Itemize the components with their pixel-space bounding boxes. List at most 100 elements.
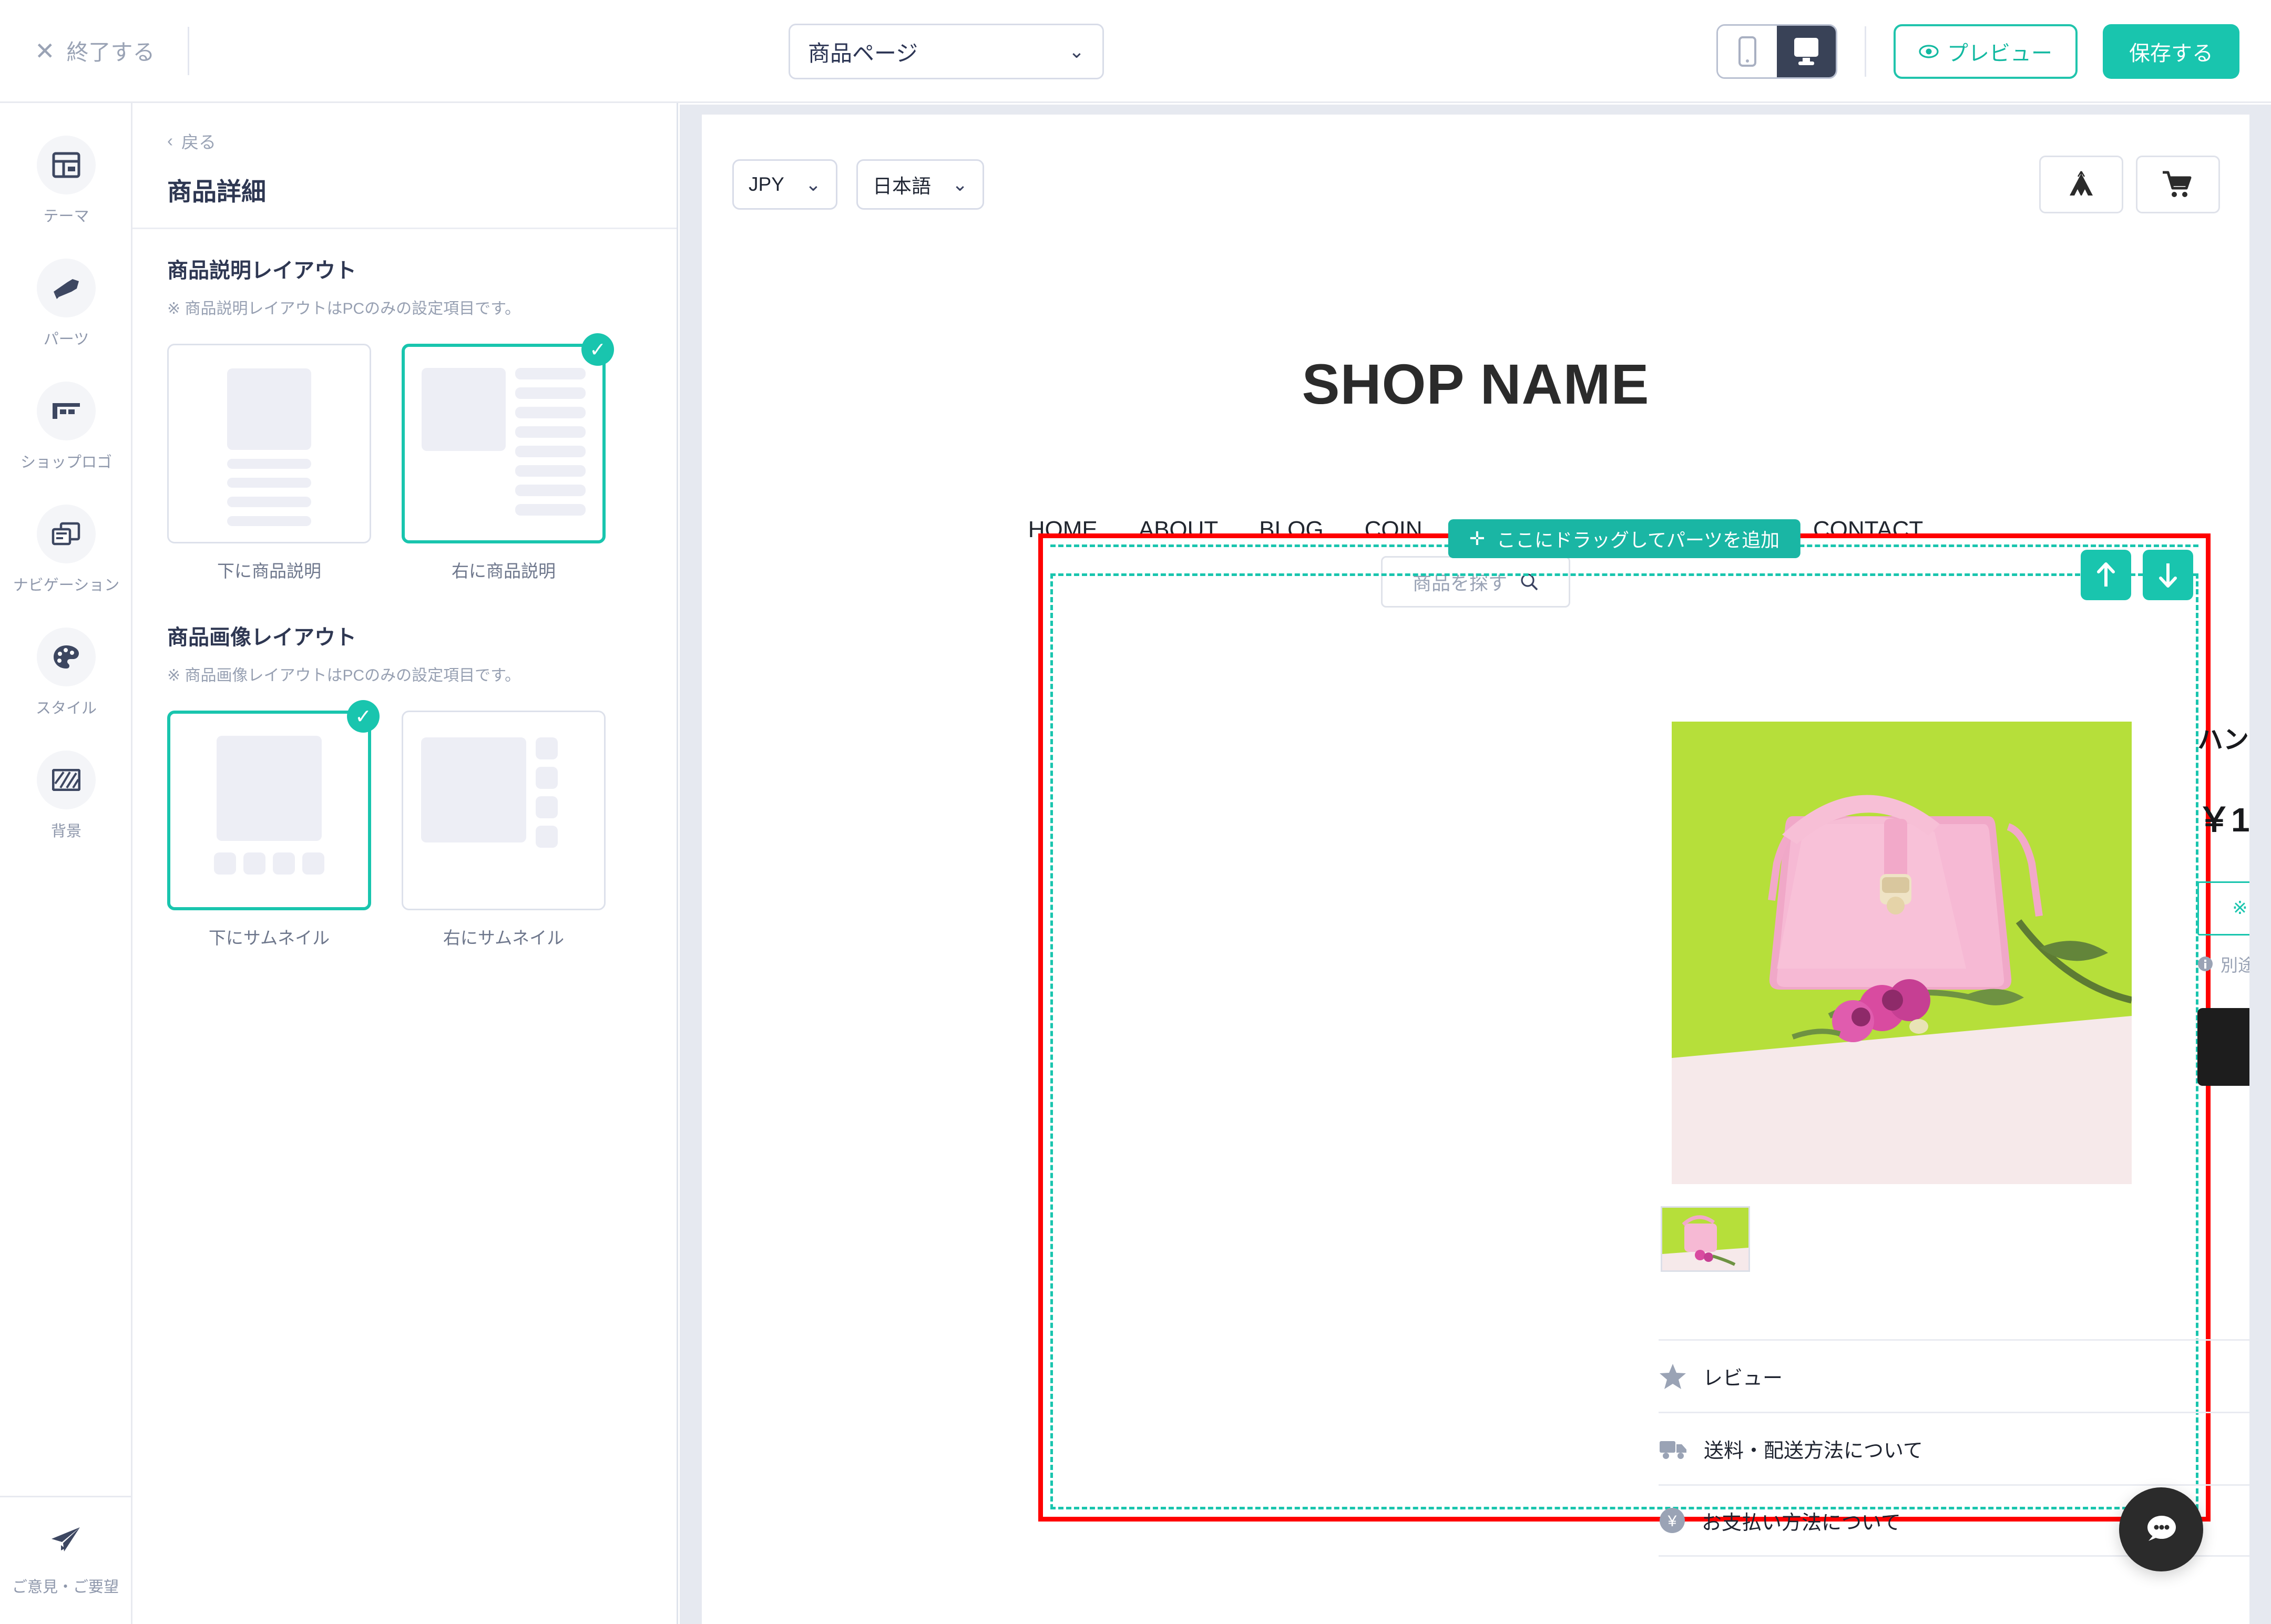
star-icon [1660,1363,1686,1389]
placeholder-line [227,458,311,469]
brush-icon [37,259,96,317]
language-select[interactable]: 日本語 ⌄ [856,159,985,210]
rail-label: ショップロゴ [20,454,112,471]
add-to-cart-button[interactable]: カートに入れる [2197,1008,2249,1086]
option-label: 右に商品説明 [452,561,556,581]
feedback-button[interactable]: ご意見・ご要望 [0,1496,131,1624]
preview-button[interactable]: プレビュー [1894,24,2078,79]
arrow-down-icon [2159,563,2177,588]
option-description-right[interactable]: ✓ 右に商品説明 [402,333,614,582]
currency-select[interactable]: JPY ⌄ [732,159,838,210]
rail-label: テーマ [43,208,89,225]
site-header-icons [2039,156,2220,213]
placeholder-thumb [536,767,558,789]
option-thumbnail-right[interactable]: 右にサムネイル [402,711,606,949]
placeholder-thumb [536,796,558,818]
placeholder-line [515,387,586,399]
option-label: 右にサムネイル [443,928,565,948]
placeholder-line [515,446,586,457]
shipping-note: 別途送料がかかります。 送料を確認する [2197,951,2249,977]
exit-label: 終了する [66,40,155,65]
move-up-button[interactable] [2081,550,2131,600]
product-price-row: ￥1,000 税込 [2197,793,2249,841]
accordion-label: 送料・配送方法について [1704,1440,1923,1462]
feedback-label: ご意見・ご要望 [12,1578,119,1596]
page-title: 商品詳細 [167,178,266,205]
accordion-row-shipping[interactable]: 送料・配送方法について › [1659,1412,2249,1484]
divider [1865,26,1866,77]
description-layout-options: 下に商品説明 ✓ 右に商品説明 [167,333,642,582]
section-title: 商品画像レイアウト [167,626,356,649]
cart-button[interactable] [2136,156,2220,213]
product-image[interactable] [1672,722,2133,1184]
back-link[interactable]: ‹ 戻る [167,128,642,153]
language-value: 日本語 [873,176,932,197]
rail-item-style[interactable]: スタイル [0,595,132,718]
placeholder-thumb [214,852,236,875]
rail-item-shop-logo[interactable]: ショップロゴ [0,349,132,472]
option-thumbnail-below[interactable]: ✓ 下にサムネイル [167,700,380,949]
top-bar-actions: プレビュー 保存する [1716,0,2239,103]
placeholder-line [515,426,586,438]
placeholder-image [217,736,322,841]
theme-icon [37,136,96,194]
exit-button[interactable]: ✕ 終了する [35,35,155,67]
rail-item-parts[interactable]: パーツ [0,226,132,349]
section-note: ※ 商品画像レイアウトはPCのみの設定項目です。 [167,667,521,684]
mobile-icon [1738,36,1756,67]
placeholder-line [515,407,586,418]
close-icon: ✕ [35,37,55,65]
chevron-down-icon: ⌄ [952,173,968,195]
info-icon [2198,956,2213,971]
placeholder-line [227,497,311,507]
product-info: ハンドバッグ ￥1,000 税込 ※この商品は最短で10月7日(水)頃にお届けし… [2197,719,2249,1136]
icon-rail: テーマ パーツ ショップロゴ ナビゲーション スタイル 背景 ご意見・ご要望 [0,103,132,1624]
selected-check-icon: ✓ [581,333,614,366]
yen-icon: ¥ [1660,1508,1685,1533]
back-label: 戻る [181,132,216,152]
eye-icon [1919,45,1939,58]
move-down-button[interactable] [2143,550,2193,600]
shipping-note-text: 別途送料がかかります。 [2221,955,2249,975]
section-title: 商品説明レイアウト [167,259,356,282]
placeholder-line [227,478,311,488]
product-title: ハンドバッグ [2197,726,2249,754]
device-toggle[interactable] [1716,24,1837,79]
page-select-value: 商品ページ [808,40,918,66]
drag-hint-label: ここにドラッグしてパーツを追加 [1496,529,1780,551]
desktop-view-button[interactable] [1777,26,1836,77]
report-link[interactable]: 通報する [2197,1111,2249,1136]
image-layout-options: ✓ 下にサムネイル 右にサムネイル [167,700,642,949]
placeholder-line [515,485,586,496]
page-select[interactable]: 商品ページ ⌄ [789,24,1104,79]
top-bar: ✕ 終了する 商品ページ ⌄ プレビュー 保存する [0,0,2271,103]
chevron-left-icon: ‹ [167,131,173,150]
accordion-row-review[interactable]: レビュー ★ ★ ★ ★ ★ (6) › [1659,1339,2249,1412]
tent-icon [2070,171,2093,196]
chat-button[interactable] [2119,1487,2203,1571]
placeholder-thumb [536,737,558,759]
rail-item-navigation[interactable]: ナビゲーション [0,472,132,595]
add-part-button[interactable]: ✛ ここにドラッグしてパーツを追加 [1448,519,1801,558]
chevron-down-icon: ⌄ [1068,40,1085,62]
product-thumbnail[interactable] [1661,1206,1750,1272]
section-note: ※ 商品説明レイアウトはPCのみの設定項目です。 [167,300,521,317]
rail-label: スタイル [35,700,97,717]
panel-header: ‹ 戻る 商品詳細 [132,103,677,229]
product-price: ￥1,000 [2197,801,2249,839]
placeholder-line [227,516,311,526]
rail-item-background[interactable]: 背景 [0,718,132,841]
logo-icon [37,382,96,440]
rail-label: 背景 [50,823,81,840]
mobile-view-button[interactable] [1718,26,1777,77]
block-move-controls [2081,550,2193,600]
recommended-title: おすすめ商品 [1595,1621,1715,1624]
option-description-below[interactable]: 下に商品説明 [167,344,371,582]
chevron-down-icon: ⌄ [805,173,822,195]
shop-tent-button[interactable] [2039,156,2123,213]
send-icon [51,1527,80,1551]
rail-item-theme[interactable]: テーマ [0,103,132,226]
placeholder-thumb [536,826,558,848]
save-button[interactable]: 保存する [2103,24,2239,79]
plus-icon: ✛ [1469,528,1485,549]
